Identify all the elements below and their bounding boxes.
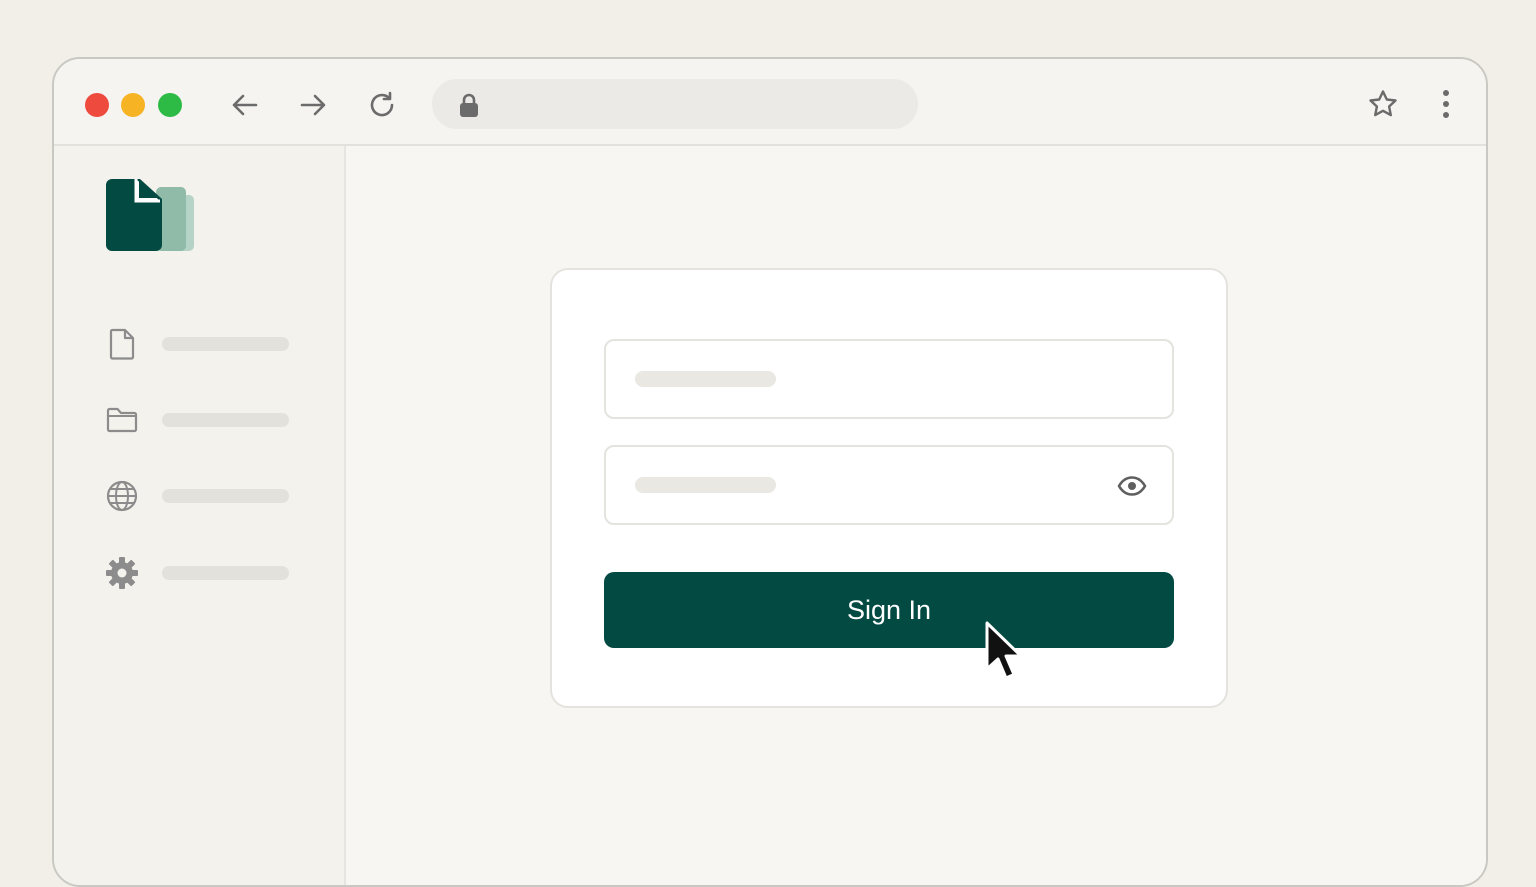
lock-icon: [458, 92, 480, 123]
browser-window: Sign In: [52, 57, 1488, 887]
sidebar-item-label: [162, 337, 289, 351]
star-icon: [1369, 90, 1397, 117]
sidebar-item-folders[interactable]: [104, 402, 304, 438]
reload-button[interactable]: [366, 89, 398, 121]
folder-icon: [104, 402, 140, 438]
browser-toolbar: [54, 59, 1486, 146]
sign-in-button[interactable]: Sign In: [604, 572, 1174, 648]
documents-logo-icon: [106, 179, 196, 258]
back-button[interactable]: [229, 89, 261, 121]
maximize-window-button[interactable]: [158, 93, 182, 117]
sidebar-item-label: [162, 566, 289, 580]
eye-icon: [1117, 476, 1147, 496]
document-icon: [104, 326, 140, 362]
sidebar-item-settings[interactable]: [104, 555, 304, 591]
sidebar-item-label: [162, 413, 289, 427]
close-window-button[interactable]: [85, 93, 109, 117]
mouse-pointer-icon: [984, 621, 1028, 690]
login-card: Sign In: [550, 268, 1228, 708]
show-password-toggle[interactable]: [1116, 474, 1148, 498]
gear-icon: [104, 555, 140, 591]
main-content: Sign In: [346, 146, 1486, 885]
address-bar[interactable]: [432, 79, 918, 129]
username-field[interactable]: [604, 339, 1174, 419]
sidebar-item-documents[interactable]: [104, 326, 304, 362]
arrow-left-icon: [232, 94, 258, 116]
password-field[interactable]: [604, 445, 1174, 525]
sidebar-item-web[interactable]: [104, 478, 304, 514]
bookmark-button[interactable]: [1366, 87, 1400, 121]
browser-menu-button[interactable]: [1436, 87, 1456, 121]
sidebar-item-label: [162, 489, 289, 503]
username-placeholder: [635, 371, 776, 387]
forward-button[interactable]: [297, 89, 329, 121]
sidebar: [54, 146, 346, 885]
reload-icon: [370, 91, 394, 117]
arrow-right-icon: [300, 94, 326, 116]
kebab-menu-icon: [1443, 90, 1449, 118]
minimize-window-button[interactable]: [121, 93, 145, 117]
globe-icon: [104, 478, 140, 514]
password-placeholder: [635, 477, 776, 493]
